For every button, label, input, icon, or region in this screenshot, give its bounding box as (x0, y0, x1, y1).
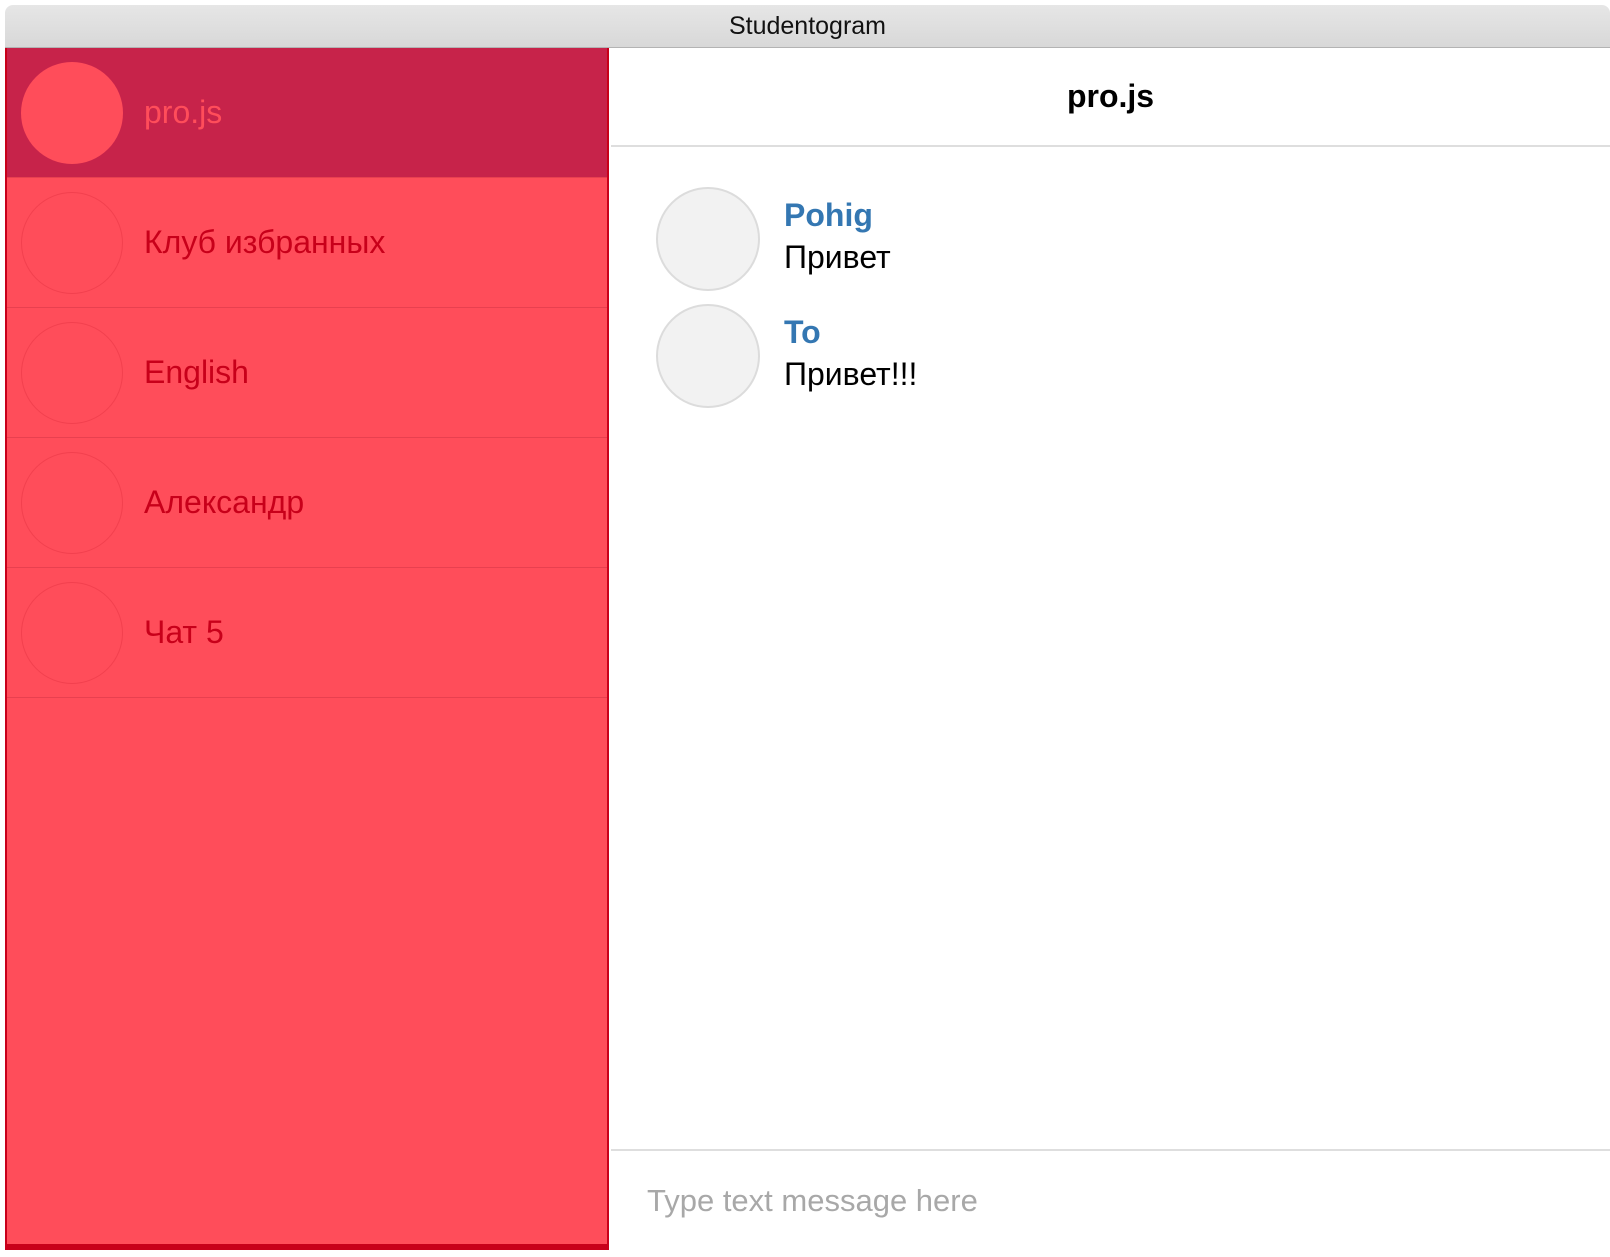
message-text: Привет (784, 239, 891, 275)
message-body: To Привет!!! (784, 304, 917, 396)
message-item: To Привет!!! (656, 304, 917, 408)
window-title: Studentogram (728, 11, 887, 40)
message-author[interactable]: Pohig (784, 195, 891, 235)
chat-list-sidebar: pro.js Клуб избранных English Александр … (5, 48, 609, 1250)
app-window: Studentogram pro.js Клуб избранных Engli… (5, 5, 1610, 1250)
message-author[interactable]: To (784, 312, 917, 352)
chat-avatar (21, 451, 123, 554)
chat-list-item-label: Клуб избранных (144, 224, 386, 260)
window-titlebar[interactable]: Studentogram (5, 5, 1610, 48)
message-item: Pohig Привет (656, 187, 891, 291)
message-text: Привет!!! (784, 356, 918, 392)
message-body: Pohig Привет (784, 187, 891, 279)
chat-list-item-label: Чат 5 (144, 614, 224, 650)
author-avatar[interactable] (656, 304, 760, 408)
chat-list-item-chat-5[interactable]: Чат 5 (7, 568, 607, 698)
chat-list-item-pro-js[interactable]: pro.js (7, 48, 607, 178)
chat-list-item-klub-izbrannykh[interactable]: Клуб избранных (7, 178, 607, 308)
chat-avatar (21, 191, 123, 294)
chat-list-item-aleksandr[interactable]: Александр (7, 438, 607, 568)
chat-list-item-label: pro.js (144, 94, 223, 130)
chat-list-item-english[interactable]: English (7, 308, 607, 438)
message-composer (611, 1149, 1610, 1250)
chat-list-item-label: English (144, 354, 249, 390)
chat-avatar (21, 321, 123, 424)
chat-header: pro.js (611, 48, 1610, 147)
chat-panel: pro.js Pohig Привет To Привет!!! (611, 48, 1610, 1250)
message-input[interactable] (647, 1182, 1587, 1219)
chat-avatar (21, 61, 123, 164)
author-avatar[interactable] (656, 187, 760, 291)
sidebar-bottom-border (7, 1244, 607, 1250)
chat-list-item-label: Александр (144, 484, 305, 520)
chat-title: pro.js (1066, 78, 1155, 114)
chat-avatar (21, 581, 123, 684)
